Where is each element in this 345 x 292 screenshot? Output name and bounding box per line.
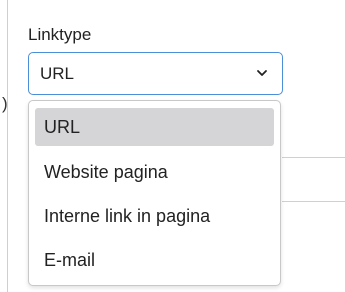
underlying-field-border [282,201,345,202]
linktype-form: ) Linktype URL URL Website pagina Intern… [0,0,345,292]
linktype-options-list: URL Website pagina Interne link in pagin… [28,100,281,286]
select-current-value: URL [40,64,75,83]
underlying-field-border [282,157,345,158]
option-url[interactable]: URL [35,108,274,146]
panel-border [7,0,8,292]
background-bracket-glyph: ) [2,94,8,113]
linktype-select[interactable]: URL [28,52,283,95]
option-interne-link-in-pagina[interactable]: Interne link in pagina [35,197,274,235]
linktype-label: Linktype [28,25,92,44]
option-e-mail[interactable]: E-mail [35,241,274,279]
option-website-pagina[interactable]: Website pagina [35,153,274,191]
chevron-down-icon [257,70,267,76]
